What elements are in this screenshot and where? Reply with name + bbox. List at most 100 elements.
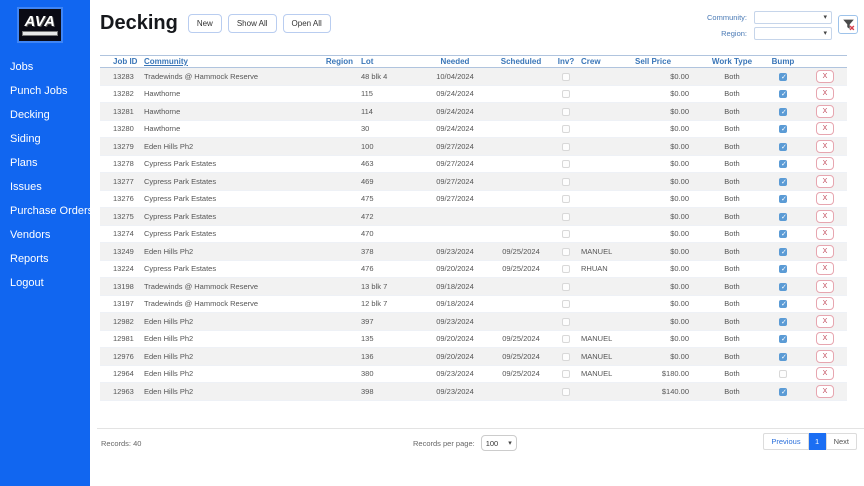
- bump-checkbox[interactable]: [779, 195, 787, 203]
- inv-checkbox[interactable]: [562, 335, 570, 343]
- col-header-region[interactable]: Region: [309, 56, 359, 68]
- col-header-lot[interactable]: Lot: [359, 56, 421, 68]
- bump-checkbox[interactable]: [779, 213, 787, 221]
- delete-row-button[interactable]: X: [816, 210, 834, 223]
- table-row[interactable]: 13283 Tradewinds @ Hammock Reserve 48 bl…: [100, 68, 847, 86]
- table-row[interactable]: 12964 Eden Hills Ph2 380 09/23/2024 09/2…: [100, 365, 847, 383]
- inv-checkbox[interactable]: [562, 108, 570, 116]
- col-header-job-id[interactable]: Job ID: [100, 56, 142, 68]
- table-row[interactable]: 13275 Cypress Park Estates 472 $0.00 Bot…: [100, 208, 847, 226]
- table-row[interactable]: 13279 Eden Hills Ph2 100 09/27/2024 $0.0…: [100, 138, 847, 156]
- inv-checkbox[interactable]: [562, 213, 570, 221]
- delete-row-button[interactable]: X: [816, 140, 834, 153]
- table-row[interactable]: 13274 Cypress Park Estates 470 $0.00 Bot…: [100, 225, 847, 243]
- bump-checkbox[interactable]: [779, 230, 787, 238]
- table-row[interactable]: 12982 Eden Hills Ph2 397 09/23/2024 $0.0…: [100, 313, 847, 331]
- sidebar-item-jobs[interactable]: Jobs: [0, 55, 90, 79]
- table-row[interactable]: 12981 Eden Hills Ph2 135 09/20/2024 09/2…: [100, 330, 847, 348]
- col-header-inv[interactable]: Inv?: [553, 56, 579, 68]
- page-1-button[interactable]: 1: [809, 433, 826, 450]
- inv-checkbox[interactable]: [562, 283, 570, 291]
- table-row[interactable]: 12963 Eden Hills Ph2 398 09/23/2024 $140…: [100, 383, 847, 401]
- table-row[interactable]: 13280 Hawthorne 30 09/24/2024 $0.00 Both…: [100, 120, 847, 138]
- bump-checkbox[interactable]: [779, 318, 787, 326]
- next-page-button[interactable]: Next: [826, 433, 857, 450]
- delete-row-button[interactable]: X: [816, 105, 834, 118]
- open-all-button[interactable]: Open All: [283, 14, 331, 33]
- table-row[interactable]: 12976 Eden Hills Ph2 136 09/20/2024 09/2…: [100, 348, 847, 366]
- inv-checkbox[interactable]: [562, 318, 570, 326]
- bump-checkbox[interactable]: [779, 300, 787, 308]
- bump-checkbox[interactable]: [779, 388, 787, 396]
- col-header-sell-price[interactable]: Sell Price: [633, 56, 701, 68]
- sidebar-item-reports[interactable]: Reports: [0, 247, 90, 271]
- delete-row-button[interactable]: X: [816, 192, 834, 205]
- table-row[interactable]: 13224 Cypress Park Estates 476 09/20/202…: [100, 260, 847, 278]
- delete-row-button[interactable]: X: [816, 332, 834, 345]
- inv-checkbox[interactable]: [562, 73, 570, 81]
- delete-row-button[interactable]: X: [816, 297, 834, 310]
- bump-checkbox[interactable]: [779, 265, 787, 273]
- inv-checkbox[interactable]: [562, 248, 570, 256]
- delete-row-button[interactable]: X: [816, 175, 834, 188]
- table-row[interactable]: 13278 Cypress Park Estates 463 09/27/202…: [100, 155, 847, 173]
- delete-row-button[interactable]: X: [816, 87, 834, 100]
- delete-row-button[interactable]: X: [816, 385, 834, 398]
- delete-row-button[interactable]: X: [816, 157, 834, 170]
- table-row[interactable]: 13198 Tradewinds @ Hammock Reserve 13 bl…: [100, 278, 847, 296]
- show-all-button[interactable]: Show All: [228, 14, 277, 33]
- sidebar-item-decking[interactable]: Decking: [0, 103, 90, 127]
- sidebar-item-punch-jobs[interactable]: Punch Jobs: [0, 79, 90, 103]
- bump-checkbox[interactable]: [779, 90, 787, 98]
- sidebar-item-purchase-orders[interactable]: Purchase Orders: [0, 199, 90, 223]
- delete-row-button[interactable]: X: [816, 245, 834, 258]
- col-header-needed[interactable]: Needed: [421, 56, 489, 68]
- bump-checkbox[interactable]: [779, 125, 787, 133]
- clear-filter-button[interactable]: [838, 15, 858, 34]
- sidebar-item-plans[interactable]: Plans: [0, 151, 90, 175]
- col-header-work-type[interactable]: Work Type: [701, 56, 763, 68]
- inv-checkbox[interactable]: [562, 125, 570, 133]
- delete-row-button[interactable]: X: [816, 262, 834, 275]
- sidebar-item-issues[interactable]: Issues: [0, 175, 90, 199]
- col-header-community[interactable]: Community: [142, 56, 309, 68]
- records-per-page-select[interactable]: 100 ▾: [481, 435, 517, 451]
- bump-checkbox[interactable]: [779, 335, 787, 343]
- sidebar-item-vendors[interactable]: Vendors: [0, 223, 90, 247]
- delete-row-button[interactable]: X: [816, 122, 834, 135]
- delete-row-button[interactable]: X: [816, 227, 834, 240]
- delete-row-button[interactable]: X: [816, 367, 834, 380]
- new-button[interactable]: New: [188, 14, 222, 33]
- col-header-scheduled[interactable]: Scheduled: [489, 56, 553, 68]
- bump-checkbox[interactable]: [779, 160, 787, 168]
- inv-checkbox[interactable]: [562, 143, 570, 151]
- bump-checkbox[interactable]: [779, 143, 787, 151]
- inv-checkbox[interactable]: [562, 265, 570, 273]
- bump-checkbox[interactable]: [779, 353, 787, 361]
- bump-checkbox[interactable]: [779, 178, 787, 186]
- sidebar-item-siding[interactable]: Siding: [0, 127, 90, 151]
- table-row[interactable]: 13197 Tradewinds @ Hammock Reserve 12 bl…: [100, 295, 847, 313]
- table-row[interactable]: 13276 Cypress Park Estates 475 09/27/202…: [100, 190, 847, 208]
- inv-checkbox[interactable]: [562, 300, 570, 308]
- bump-checkbox[interactable]: [779, 73, 787, 81]
- company-logo[interactable]: AVA: [17, 7, 63, 43]
- delete-row-button[interactable]: X: [816, 315, 834, 328]
- table-row[interactable]: 13281 Hawthorne 114 09/24/2024 $0.00 Bot…: [100, 103, 847, 121]
- inv-checkbox[interactable]: [562, 90, 570, 98]
- delete-row-button[interactable]: X: [816, 280, 834, 293]
- region-select[interactable]: ▾: [754, 27, 832, 40]
- bump-checkbox[interactable]: [779, 370, 787, 378]
- table-row[interactable]: 13277 Cypress Park Estates 469 09/27/202…: [100, 173, 847, 191]
- bump-checkbox[interactable]: [779, 108, 787, 116]
- bump-checkbox[interactable]: [779, 283, 787, 291]
- table-row[interactable]: 13282 Hawthorne 115 09/24/2024 $0.00 Bot…: [100, 85, 847, 103]
- inv-checkbox[interactable]: [562, 230, 570, 238]
- bump-checkbox[interactable]: [779, 248, 787, 256]
- delete-row-button[interactable]: X: [816, 70, 834, 83]
- sidebar-item-logout[interactable]: Logout: [0, 271, 90, 295]
- inv-checkbox[interactable]: [562, 195, 570, 203]
- inv-checkbox[interactable]: [562, 160, 570, 168]
- inv-checkbox[interactable]: [562, 388, 570, 396]
- col-header-crew[interactable]: Crew: [579, 56, 633, 68]
